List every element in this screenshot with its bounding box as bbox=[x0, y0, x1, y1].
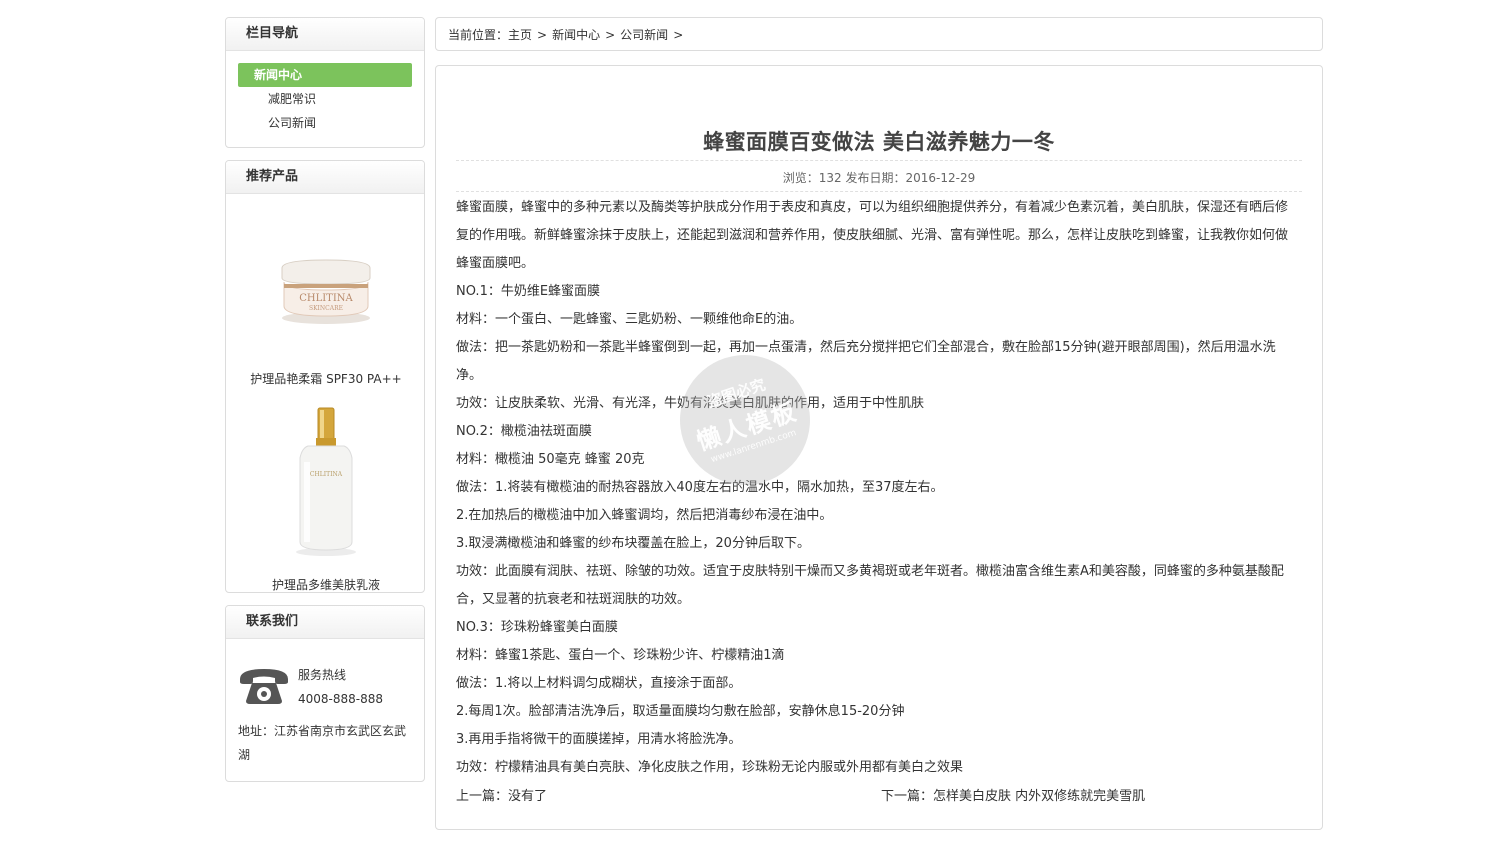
breadcrumb-separator: > bbox=[673, 28, 684, 42]
paragraph: 功效：柠檬精油具有美白亮肤、净化皮肤之作用，珍珠粉无论内服或外用都有美白之效果 bbox=[456, 760, 964, 775]
breadcrumb-prefix: 当前位置： bbox=[448, 28, 509, 42]
address: 地址：江苏省南京市玄武区玄武湖 bbox=[238, 724, 407, 762]
hotline-number: 4008-888-888 bbox=[298, 692, 384, 706]
breadcrumb-home[interactable]: 主页 bbox=[508, 28, 532, 42]
article-meta: 浏览：132 发布日期：2016-12-29 bbox=[782, 171, 976, 185]
prev-article-link[interactable]: 上一篇：没有了 bbox=[456, 789, 547, 804]
telephone-icon bbox=[238, 667, 290, 705]
paragraph: 蜂蜜面膜，蜂蜜中的多种元素以及酶类等护肤成分作用于表皮和真皮，可以为组织细胞提供… bbox=[456, 200, 1289, 271]
product-image-lotion-bottle[interactable]: CHLITINA bbox=[246, 406, 406, 556]
divider bbox=[456, 160, 1302, 161]
sidebar: 栏目导航 新闻中心 减肥常识 公司新闻 推荐产品 CHLITINA SKINCA… bbox=[225, 17, 425, 794]
paragraph: 做法：1.将装有橄榄油的耐热容器放入40度左右的温水中，隔水加热，至37度左右。 bbox=[456, 480, 944, 495]
paragraph: 材料：橄榄油 50毫克 蜂蜜 20克 bbox=[456, 452, 645, 467]
paragraph: 材料：蜂蜜1茶匙、蛋白一个、珍珠粉少许、柠檬精油1滴 bbox=[456, 648, 785, 663]
product-image-cream-jar[interactable]: CHLITINA SKINCARE bbox=[246, 206, 406, 356]
breadcrumb-separator: > bbox=[605, 28, 616, 42]
products-panel: 推荐产品 CHLITINA SKINCARE 护理品艳柔霜 SPF30 PA++ bbox=[225, 160, 425, 593]
breadcrumb-news-center[interactable]: 新闻中心 bbox=[552, 28, 600, 42]
product-card[interactable]: CHLITINA 护理品多维美肤乳液 bbox=[226, 406, 424, 592]
breadcrumb-separator: > bbox=[537, 28, 548, 42]
paragraph: 材料：一个蛋白、一匙蜂蜜、三匙奶粉、一颗维他命E的油。 bbox=[456, 312, 803, 327]
svg-text:CHLITINA: CHLITINA bbox=[310, 471, 343, 478]
paragraph: 功效：让皮肤柔软、光滑、有光泽，牛奶有消炎美白肌肤的作用，适用于中性肌肤 bbox=[456, 396, 925, 411]
contact-panel: 联系我们 服务热线 4008-888-888 地址：江苏省南京市玄武区玄武湖 bbox=[225, 605, 425, 782]
svg-text:SKINCARE: SKINCARE bbox=[309, 305, 343, 312]
product-caption[interactable]: 护理品多维美肤乳液 bbox=[226, 576, 424, 592]
breadcrumb-company-news[interactable]: 公司新闻 bbox=[620, 28, 668, 42]
svg-text:CHLITINA: CHLITINA bbox=[299, 293, 353, 304]
paragraph: 做法：把一茶匙奶粉和一茶匙半蜂蜜倒到一起，再加一点蛋清，然后充分搅拌把它们全部混… bbox=[456, 340, 1276, 383]
nav-panel: 栏目导航 新闻中心 减肥常识 公司新闻 bbox=[225, 17, 425, 148]
breadcrumb: 当前位置：主页 > 新闻中心 > 公司新闻 > bbox=[435, 17, 1323, 51]
article-panel: 蜂蜜面膜百变做法 美白滋养魅力一冬 浏览：132 发布日期：2016-12-29… bbox=[435, 65, 1323, 830]
paragraph: NO.3：珍珠粉蜂蜜美白面膜 bbox=[456, 620, 618, 635]
contact-panel-title: 联系我们 bbox=[226, 606, 424, 639]
divider bbox=[456, 191, 1302, 192]
paragraph: 3.再用手指将微干的面膜搓掉，用清水将脸洗净。 bbox=[456, 732, 742, 747]
article-title: 蜂蜜面膜百变做法 美白滋养魅力一冬 bbox=[703, 130, 1055, 154]
product-caption[interactable]: 护理品艳柔霜 SPF30 PA++ bbox=[226, 370, 424, 387]
nav-list: 新闻中心 减肥常识 公司新闻 bbox=[226, 51, 424, 147]
product-list: CHLITINA SKINCARE 护理品艳柔霜 SPF30 PA++ CHLI… bbox=[226, 194, 424, 592]
contact-info: 服务热线 4008-888-888 地址：江苏省南京市玄武区玄武湖 bbox=[226, 639, 424, 781]
paragraph: NO.1：牛奶维E蜂蜜面膜 bbox=[456, 284, 601, 299]
paragraph: 做法：1.将以上材料调匀成糊状，直接涂于面部。 bbox=[456, 676, 742, 691]
paragraph: 2.每周1次。脸部清洁洗净后，取适量面膜均匀敷在脸部，安静休息15-20分钟 bbox=[456, 704, 905, 719]
nav-item-news-center[interactable]: 新闻中心 bbox=[238, 63, 412, 87]
article-body: 蜂蜜面膜，蜂蜜中的多种元素以及酶类等护肤成分作用于表皮和真皮，可以为组织细胞提供… bbox=[456, 194, 1298, 782]
article-pager: 上一篇：没有了 下一篇：怎样美白皮肤 内外双修练就完美雪肌 bbox=[456, 783, 1302, 811]
paragraph: 3.取浸满橄榄油和蜂蜜的纱布块覆盖在脸上，20分钟后取下。 bbox=[456, 536, 810, 551]
nav-panel-title: 栏目导航 bbox=[226, 18, 424, 51]
next-article-link[interactable]: 下一篇：怎样美白皮肤 内外双修练就完美雪肌 bbox=[881, 783, 1145, 811]
hotline: 服务热线 4008-888-888 bbox=[298, 663, 383, 711]
paragraph: 功效：此面膜有润肤、祛斑、除皱的功效。适宜于皮肤特别干燥而又多黄褐斑或老年斑者。… bbox=[456, 564, 1284, 607]
product-card[interactable]: CHLITINA SKINCARE 护理品艳柔霜 SPF30 PA++ bbox=[226, 206, 424, 387]
paragraph: NO.2：橄榄油祛斑面膜 bbox=[456, 424, 592, 439]
nav-item-company-news[interactable]: 公司新闻 bbox=[238, 111, 412, 135]
hotline-label: 服务热线 bbox=[298, 668, 347, 682]
products-panel-title: 推荐产品 bbox=[226, 161, 424, 194]
nav-item-diet-tips[interactable]: 减肥常识 bbox=[238, 87, 412, 111]
paragraph: 2.在加热后的橄榄油中加入蜂蜜调均，然后把消毒纱布浸在油中。 bbox=[456, 508, 833, 523]
